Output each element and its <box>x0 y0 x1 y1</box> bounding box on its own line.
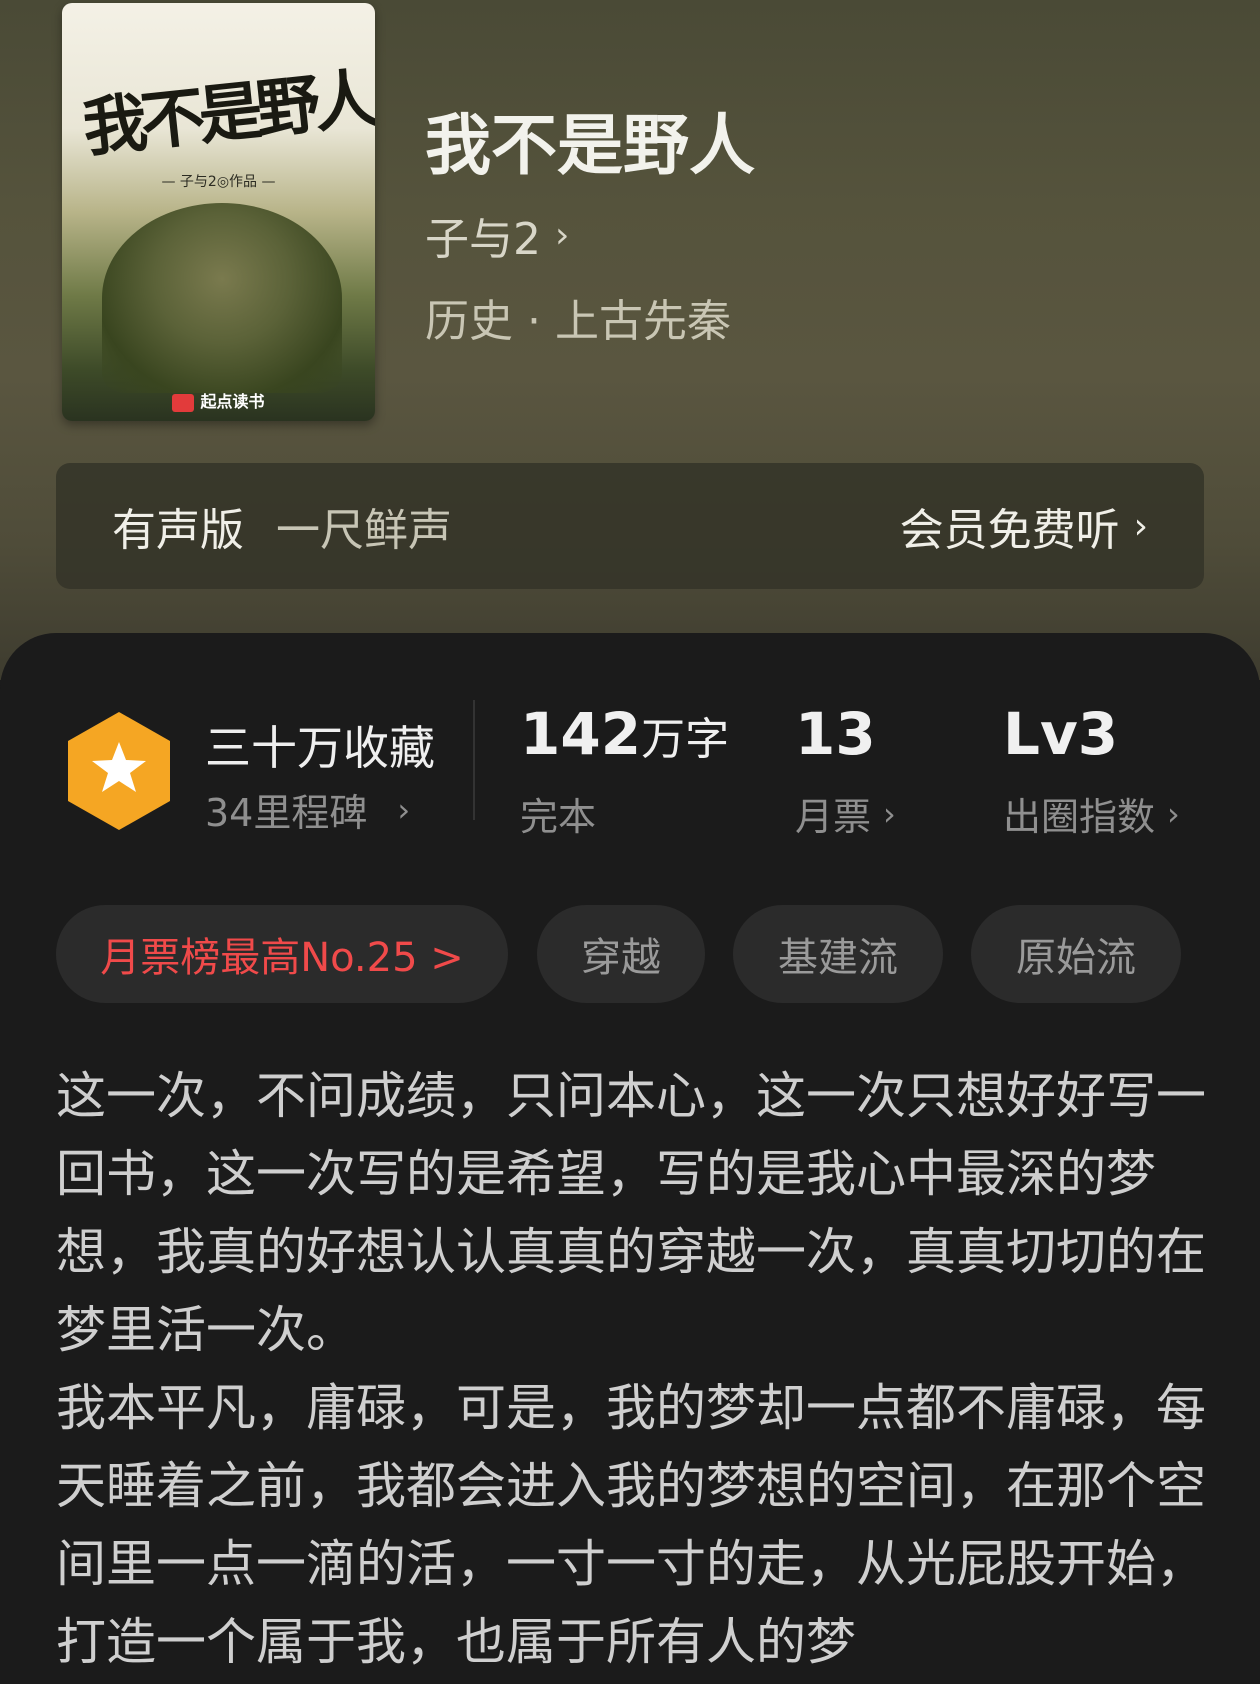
chevron-right-icon: › <box>1167 794 1180 833</box>
milestone-link[interactable]: 34里程碑 › <box>205 782 410 837</box>
author-link[interactable]: 子与2 › <box>425 203 569 267</box>
rank-tag[interactable]: 月票榜最高No.25 > <box>56 905 508 1003</box>
tag-primitive[interactable]: 原始流 <box>971 905 1181 1003</box>
status-label: 完本 <box>520 795 597 839</box>
book-title: 我不是野人 <box>425 106 755 184</box>
chevron-right-icon: › <box>555 214 570 256</box>
description-paragraph: 这一次，不问成绩，只问本心，这一次只想好好写一回书，这一次写的是希望，写的是我心… <box>56 1067 1206 1359</box>
chevron-right-icon: › <box>1133 505 1148 547</box>
author-name: 子与2 <box>425 214 541 265</box>
cover-title-art: 我不是野人 <box>79 61 375 167</box>
tag-base-building[interactable]: 基建流 <box>733 905 943 1003</box>
favorites-count: 三十万收藏 <box>205 721 435 775</box>
description-paragraph: 我本平凡，庸碌，可是，我的梦却一点都不庸碌，每天睡着之前，我都会进入我的梦想的空… <box>56 1379 1206 1671</box>
book-cover[interactable]: 我不是野人 — 子与2◎作品 — 起点读书 <box>62 3 375 421</box>
book-description: 这一次，不问成绩，只问本心，这一次只想好好写一回书，这一次写的是希望，写的是我心… <box>56 1057 1216 1681</box>
audio-label: 有声版 <box>112 505 244 556</box>
divider <box>473 700 475 820</box>
chevron-right-icon: › <box>397 790 411 829</box>
star-hexagon-icon <box>68 712 170 830</box>
influence-index-link[interactable]: 出圈指数 › <box>1003 786 1180 841</box>
word-count: 142万字 <box>520 700 730 768</box>
cover-author-line: — 子与2◎作品 — <box>161 174 276 190</box>
monthly-ticket-link[interactable]: 月票 › <box>795 786 896 841</box>
chevron-right-icon: › <box>883 794 896 833</box>
audio-narrator: 一尺鲜声 <box>276 505 452 556</box>
audiobook-bar[interactable]: 有声版 一尺鲜声 会员免费听 › <box>56 463 1204 589</box>
cover-art <box>102 203 342 393</box>
tag-time-travel[interactable]: 穿越 <box>537 905 705 1003</box>
member-free-listen-button[interactable]: 会员免费听 › <box>900 494 1148 558</box>
influence-level: Lv3 <box>1003 700 1119 768</box>
monthly-ticket-count: 13 <box>795 700 876 768</box>
brand-logo-icon <box>172 393 195 412</box>
cover-brand: 起点读书 <box>62 388 375 412</box>
genre-label: 历史 · 上古先秦 <box>425 296 731 347</box>
